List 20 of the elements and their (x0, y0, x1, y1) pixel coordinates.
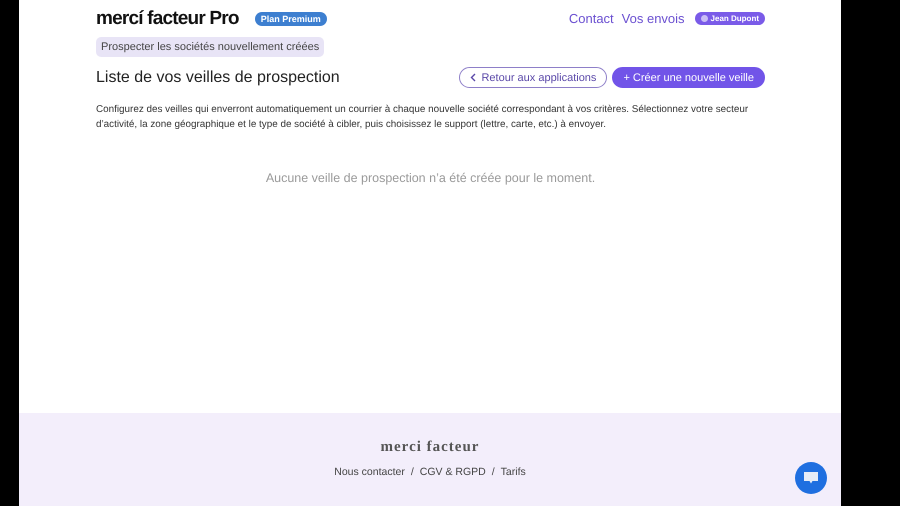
separator: / (410, 466, 414, 478)
description: Configurez des veilles qui enverront automatiquement un courrier à chaque nouvelle société correspondant à vos critères. Sélectionnez votre secteur d’activité, la zone géographique et le type de société à cibler, puis choisissez le support (lettre, carte, etc.) à envoyer. (96, 103, 750, 132)
nav-link[interactable]: Contact (568, 11, 614, 26)
chat-icon (803, 470, 819, 486)
chevron-left-icon (470, 73, 476, 82)
nav-link[interactable]: Vos envois (622, 11, 685, 26)
footer-link[interactable]: Tarifs (500, 466, 526, 478)
page-title: Liste de vos veilles de prospection (96, 68, 341, 86)
logo: mercí facteur Pro (96, 8, 239, 30)
user-icon (700, 15, 708, 22)
footer-brand: merci facteur (380, 439, 480, 456)
back-button[interactable]: Retour aux applications (459, 67, 608, 88)
create-button[interactable]: + Créer une nouvelle veille (612, 67, 765, 88)
separator: / (492, 466, 495, 478)
user-menu[interactable]: Jean Dupont (694, 12, 765, 25)
breadcrumb: Prospecter les sociétés nouvellement créées (96, 37, 324, 57)
plan-badge: Plan Premium (254, 12, 327, 26)
empty-message: Aucune veille de prospection n’a été créée pour le moment. (264, 171, 596, 185)
footer-link[interactable]: CGV & RGPD (420, 466, 486, 478)
footer-link[interactable]: Nous contacter (334, 466, 405, 478)
